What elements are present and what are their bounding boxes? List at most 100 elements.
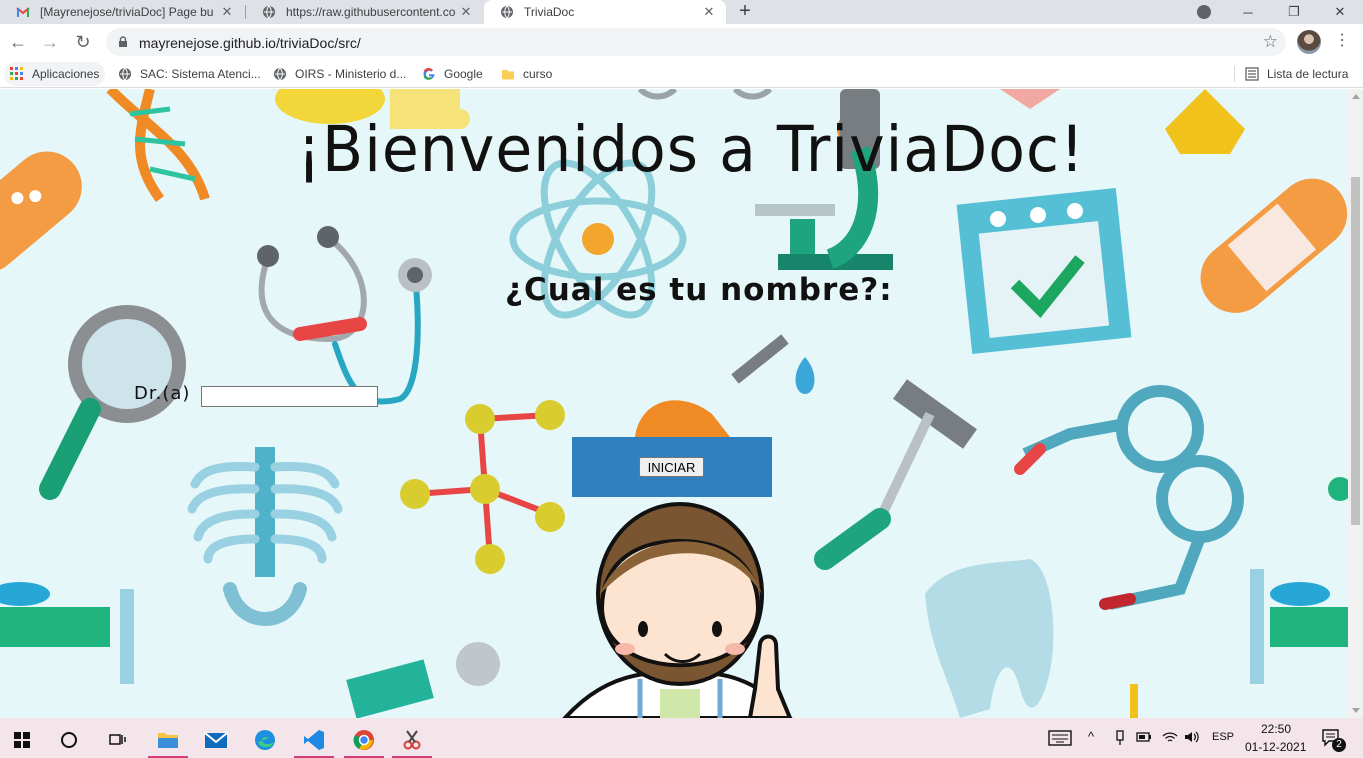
scroll-thumb[interactable]	[1351, 177, 1360, 525]
bookmark-label: OIRS - Ministerio d...	[295, 67, 407, 81]
clock-time[interactable]: 22:50	[1261, 722, 1291, 736]
tab-raw-github[interactable]: https://raw.githubusercontent.co ✕	[246, 0, 483, 24]
bookmark-label: Google	[444, 67, 483, 81]
decor-shape	[637, 89, 773, 100]
pill-box-icon	[346, 659, 434, 718]
minimize-icon[interactable]: ─	[1225, 5, 1271, 20]
window-controls: ─ ❐ ✕	[1225, 0, 1363, 24]
glasses-icon	[1022, 385, 1244, 610]
tab-triviadoc[interactable]: TriviaDoc ✕	[484, 0, 726, 24]
pill-icon	[456, 642, 500, 686]
task-view-button[interactable]	[97, 722, 137, 758]
tooth-icon	[925, 559, 1054, 718]
usb-icon[interactable]	[1114, 730, 1126, 746]
ribcage-icon	[187, 447, 343, 626]
pill-icon	[1328, 477, 1348, 501]
taskbar-chrome[interactable]	[344, 722, 384, 758]
start-button[interactable]: INICIAR	[639, 457, 704, 477]
address-bar[interactable]: mayrenejose.github.io/triviaDoc/src/ ☆	[106, 28, 1286, 56]
bookmark-oirs[interactable]: OIRS - Ministerio d...	[273, 67, 406, 81]
reading-list-icon	[1245, 67, 1259, 81]
taskbar-vscode[interactable]	[294, 722, 334, 758]
vscode-icon	[304, 730, 324, 750]
glasses-tip-icon	[1014, 443, 1046, 475]
edge-icon	[255, 730, 275, 750]
test-tube-icon	[1250, 569, 1264, 684]
bookmark-apps[interactable]: Aplicaciones	[4, 62, 106, 86]
tab-search-icon[interactable]	[1197, 5, 1211, 19]
tab-title: TriviaDoc	[524, 5, 575, 19]
windows-taskbar: ^ ESP 22:50 01-12-2021 2	[0, 718, 1363, 758]
profile-avatar[interactable]	[1297, 30, 1321, 54]
reload-icon[interactable]: ↻	[71, 30, 95, 54]
taskbar-mail[interactable]	[196, 722, 236, 758]
tab-strip: [Mayrenejose/triviaDoc] Page bu ✕ https:…	[0, 0, 1363, 24]
stethoscope-icon	[258, 236, 421, 405]
bookmarks-divider	[1234, 66, 1235, 82]
close-tab-icon[interactable]: ✕	[218, 4, 236, 20]
globe-icon	[119, 67, 131, 81]
globe-icon	[274, 67, 286, 81]
thermometer-icon	[1130, 684, 1138, 718]
folder-icon	[158, 733, 178, 748]
search-circle-icon	[61, 732, 77, 748]
new-tab-button[interactable]: +	[735, 0, 755, 24]
tab-gmail[interactable]: [Mayrenejose/triviaDoc] Page bu ✕	[0, 0, 244, 24]
bookmark-label: SAC: Sistema Atenci...	[140, 67, 261, 81]
scroll-up-arrow-icon[interactable]	[1352, 94, 1360, 99]
page-scrollbar[interactable]	[1348, 89, 1363, 718]
back-arrow-icon[interactable]: ←	[6, 30, 30, 54]
capsule-icon	[0, 582, 50, 606]
tab-title: [Mayrenejose/triviaDoc] Page bu	[40, 5, 214, 19]
name-question: ¿Cual es tu nombre?:	[505, 272, 893, 308]
menu-dots-icon[interactable]: ⋮	[1334, 30, 1350, 54]
scroll-down-arrow-icon[interactable]	[1352, 708, 1360, 713]
lock-icon	[119, 36, 127, 47]
volume-icon[interactable]	[1184, 730, 1200, 744]
close-tab-icon[interactable]: ✕	[457, 4, 475, 20]
keyboard-icon[interactable]	[1048, 730, 1072, 746]
taskbar-edge[interactable]	[245, 722, 285, 758]
test-tube-icon	[120, 589, 134, 684]
url-text[interactable]: mayrenejose.github.io/triviaDoc/src/	[139, 35, 361, 51]
globe-icon	[501, 5, 513, 19]
windows-start-button[interactable]	[2, 722, 42, 758]
pipette-icon	[635, 334, 815, 437]
welcome-title: ¡Bienvenidos a TriviaDoc!	[297, 113, 1085, 187]
taskbar-file-explorer[interactable]	[148, 722, 188, 758]
windows-logo-icon	[14, 732, 30, 748]
decor-shape	[1000, 89, 1060, 109]
capsule-icon	[1270, 582, 1330, 606]
forward-arrow-icon[interactable]: →	[38, 30, 62, 54]
bookmark-google[interactable]: Google	[422, 67, 483, 81]
glasses-tip-icon	[1099, 593, 1136, 610]
reading-list-label: Lista de lectura	[1267, 67, 1349, 81]
clock-date[interactable]: 01-12-2021	[1245, 740, 1306, 754]
bookmark-label: Aplicaciones	[32, 67, 100, 81]
reading-list-button[interactable]: Lista de lectura	[1245, 67, 1348, 81]
reflex-hammer-icon	[814, 379, 977, 570]
bookmarks-bar: Aplicaciones SAC: Sistema Atenci... OIRS…	[0, 60, 1363, 88]
notification-count-badge: 2	[1332, 738, 1346, 752]
bookmark-star-icon[interactable]: ☆	[1263, 32, 1278, 52]
scissors-icon	[403, 730, 421, 750]
taskbar-snipping-tool[interactable]	[392, 722, 432, 758]
molecule-icon	[400, 400, 565, 574]
calendar-check-icon	[956, 188, 1132, 354]
bandage-icon	[0, 151, 82, 273]
wifi-icon[interactable]	[1162, 730, 1178, 744]
page-viewport: ¡Bienvenidos a TriviaDoc! ¿Cual es tu no…	[0, 89, 1348, 718]
cone-icon	[1165, 89, 1245, 154]
chrome-icon	[353, 730, 374, 750]
bookmark-sac[interactable]: SAC: Sistema Atenci...	[118, 67, 261, 81]
close-window-icon[interactable]: ✕	[1317, 4, 1363, 20]
battery-icon[interactable]	[1136, 731, 1152, 743]
bookmark-curso[interactable]: curso	[501, 67, 552, 81]
close-tab-icon[interactable]: ✕	[700, 4, 718, 20]
restore-icon[interactable]: ❐	[1271, 4, 1317, 20]
start-panel: INICIAR	[572, 437, 772, 497]
doctor-name-input[interactable]	[201, 386, 378, 407]
search-button[interactable]	[49, 722, 89, 758]
chevron-up-icon[interactable]: ^	[1088, 729, 1094, 744]
language-indicator[interactable]: ESP	[1212, 731, 1234, 743]
